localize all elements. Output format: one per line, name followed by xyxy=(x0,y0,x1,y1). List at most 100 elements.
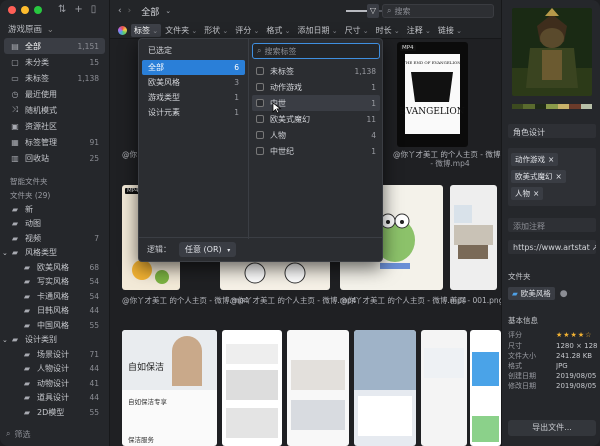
search-input[interactable]: ⌕ 搜索 xyxy=(382,4,494,18)
url-field[interactable]: https://www.artstat ↗ xyxy=(508,240,596,254)
color-filter-icon[interactable] xyxy=(118,25,127,35)
minimize-window-button[interactable] xyxy=(21,6,29,14)
filter-5[interactable]: 添加日期 ⌄ xyxy=(294,24,340,37)
folder-item[interactable]: ▰ 动图 xyxy=(4,217,105,232)
filter-3[interactable]: 评分 ⌄ xyxy=(232,24,262,37)
tag-group-item[interactable]: 已选定 xyxy=(142,43,245,58)
tag-chip[interactable]: 人物 × xyxy=(511,187,544,200)
remove-tag-icon[interactable]: × xyxy=(556,172,562,181)
folder-item[interactable]: ▰ 日韩风格 44 xyxy=(4,304,105,319)
smart-folders-header[interactable]: 智能文件夹 xyxy=(4,174,105,188)
asset-thumbnail[interactable] xyxy=(222,330,282,446)
chevron-down-icon[interactable]: ⌄ xyxy=(2,336,8,344)
sidebar-item[interactable]: ⤨ 随机模式 xyxy=(4,102,105,118)
asset-thumbnail[interactable] xyxy=(421,330,467,446)
filter-0[interactable]: 标签 ⌄ xyxy=(131,23,162,37)
palette-swatch[interactable] xyxy=(580,104,592,109)
filter-1[interactable]: 文件夹 ⌄ xyxy=(162,24,200,37)
asset-thumbnail[interactable] xyxy=(354,330,416,446)
tag-option[interactable]: 动作游戏 1 xyxy=(252,79,380,95)
tag-checkbox[interactable] xyxy=(256,67,264,75)
sidebar-item[interactable]: ▣ 资源社区 xyxy=(4,118,105,134)
add-folder-icon[interactable]: ● xyxy=(560,289,568,299)
palette-swatch[interactable] xyxy=(534,104,547,109)
folder-item[interactable]: ▰ 欧美风格 68 xyxy=(4,260,105,275)
sync-icon[interactable]: ⇅ xyxy=(58,4,66,15)
chevron-down-icon[interactable]: ⌄ xyxy=(2,249,8,257)
asset-thumbnail[interactable] xyxy=(450,185,497,290)
tag-group-item[interactable]: 欧美风格 3 xyxy=(142,75,245,90)
folder-item[interactable]: ▰ 中国风格 55 xyxy=(4,318,105,333)
tag-group-item[interactable]: 全部 6 xyxy=(142,60,245,75)
sidebar-toggle-icon[interactable]: ▯ xyxy=(91,4,97,15)
open-link-icon[interactable]: ↗ xyxy=(592,243,596,252)
folder-item[interactable]: ▰ 道具设计 44 xyxy=(4,391,105,406)
forward-icon[interactable]: › xyxy=(128,6,132,16)
note-field[interactable]: 添加注释 xyxy=(508,218,596,232)
preview-image[interactable] xyxy=(512,8,592,96)
library-selector[interactable]: 游戏原画 ⌄ xyxy=(8,23,54,35)
folder-item[interactable]: ⌄ ▰ 风格类型 xyxy=(2,246,105,261)
tag-option[interactable]: 人物 4 xyxy=(252,127,380,143)
sidebar-item[interactable]: ▦ 标签管理 91 xyxy=(4,134,105,150)
folder-item[interactable]: ▰ 2D模型 55 xyxy=(4,405,105,420)
sidebar-item[interactable]: ▤ 全部 1,151 xyxy=(4,38,105,54)
asset-thumbnail[interactable]: 自如保洁 自如保洁专享 保洁服务 xyxy=(122,330,217,446)
tags-field[interactable]: 动作游戏 × 欧美式魔幻 × 人物 × xyxy=(508,148,596,206)
filter-toggle-button[interactable]: ▽ xyxy=(367,4,379,18)
back-icon[interactable]: ‹ xyxy=(118,6,122,16)
filter-2[interactable]: 形状 ⌄ xyxy=(201,24,231,37)
add-icon[interactable]: + xyxy=(74,4,82,15)
tag-checkbox[interactable] xyxy=(256,99,264,107)
tag-checkbox[interactable] xyxy=(256,115,264,123)
sidebar-item[interactable]: ▭ 未标签 1,138 xyxy=(4,70,105,86)
folders-header[interactable]: 文件夹 (29) xyxy=(4,188,105,202)
sidebar-filter[interactable]: ⌕ 筛选 xyxy=(6,426,103,442)
note-placeholder: 添加注释 xyxy=(513,222,545,231)
folder-tag[interactable]: ▰ 欧美风格 xyxy=(508,287,555,300)
folder-item[interactable]: ▰ 新 xyxy=(4,202,105,217)
tag-search-input[interactable]: ⌕ 搜索标签 xyxy=(252,43,380,59)
folder-item[interactable]: ▰ 卡通风格 54 xyxy=(4,289,105,304)
tag-checkbox[interactable] xyxy=(256,131,264,139)
tag-checkbox[interactable] xyxy=(256,83,264,91)
sidebar-item[interactable]: ◷ 最近使用 xyxy=(4,86,105,102)
palette-swatch[interactable] xyxy=(546,104,558,109)
folder-item[interactable]: ⌄ ▰ 设计类别 xyxy=(2,333,105,348)
zoom-window-button[interactable] xyxy=(34,6,42,14)
sidebar-item[interactable]: ▥ 回收站 25 xyxy=(4,150,105,166)
filter-8[interactable]: 注释 ⌄ xyxy=(404,24,434,37)
chevron-down-icon[interactable]: ⌄ xyxy=(165,7,171,15)
tag-group-item[interactable]: 游戏类型 1 xyxy=(142,90,245,105)
folder-item[interactable]: ▰ 写实风格 54 xyxy=(4,275,105,290)
folder-item[interactable]: ▰ 动物设计 41 xyxy=(4,376,105,391)
rating-stars[interactable]: ★★★★☆ xyxy=(556,331,598,340)
sidebar-item[interactable]: ▢ 未分类 15 xyxy=(4,54,105,70)
asset-thumbnail[interactable] xyxy=(287,330,349,446)
palette-swatch[interactable] xyxy=(512,104,524,109)
folder-item[interactable]: ▰ 视频 7 xyxy=(4,231,105,246)
folder-item[interactable]: ▰ 人物设计 44 xyxy=(4,362,105,377)
tag-checkbox[interactable] xyxy=(256,147,264,155)
tag-option[interactable]: 中世纪 1 xyxy=(252,143,380,159)
asset-thumbnail[interactable] xyxy=(470,330,501,446)
tag-chip[interactable]: 欧美式魔幻 × xyxy=(511,170,566,183)
filter-9[interactable]: 链接 ⌄ xyxy=(435,24,465,37)
filter-6[interactable]: 尺寸 ⌄ xyxy=(342,24,372,37)
tag-option[interactable]: 未标签 1,138 xyxy=(252,63,380,79)
name-field[interactable]: 角色设计 xyxy=(508,124,596,138)
folder-item[interactable]: ▰ 场景设计 71 xyxy=(4,347,105,362)
filter-7[interactable]: 时长 ⌄ xyxy=(373,24,403,37)
tag-group-item[interactable]: 设计元素 1 xyxy=(142,105,245,120)
tag-chip[interactable]: 动作游戏 × xyxy=(511,153,559,166)
palette-swatch[interactable] xyxy=(557,104,570,109)
palette-swatch[interactable] xyxy=(523,104,535,109)
remove-tag-icon[interactable]: × xyxy=(548,155,554,164)
palette-swatch[interactable] xyxy=(569,104,581,109)
export-button[interactable]: 导出文件... xyxy=(508,420,596,436)
logic-select[interactable]: 任意 (OR) ▾ xyxy=(179,242,237,257)
remove-tag-icon[interactable]: × xyxy=(533,189,539,198)
filter-4[interactable]: 格式 ⌄ xyxy=(263,24,293,37)
asset-thumbnail[interactable]: MP4 THE END OF EVANGELION EVANGELION xyxy=(397,42,468,147)
close-window-button[interactable] xyxy=(8,6,16,14)
